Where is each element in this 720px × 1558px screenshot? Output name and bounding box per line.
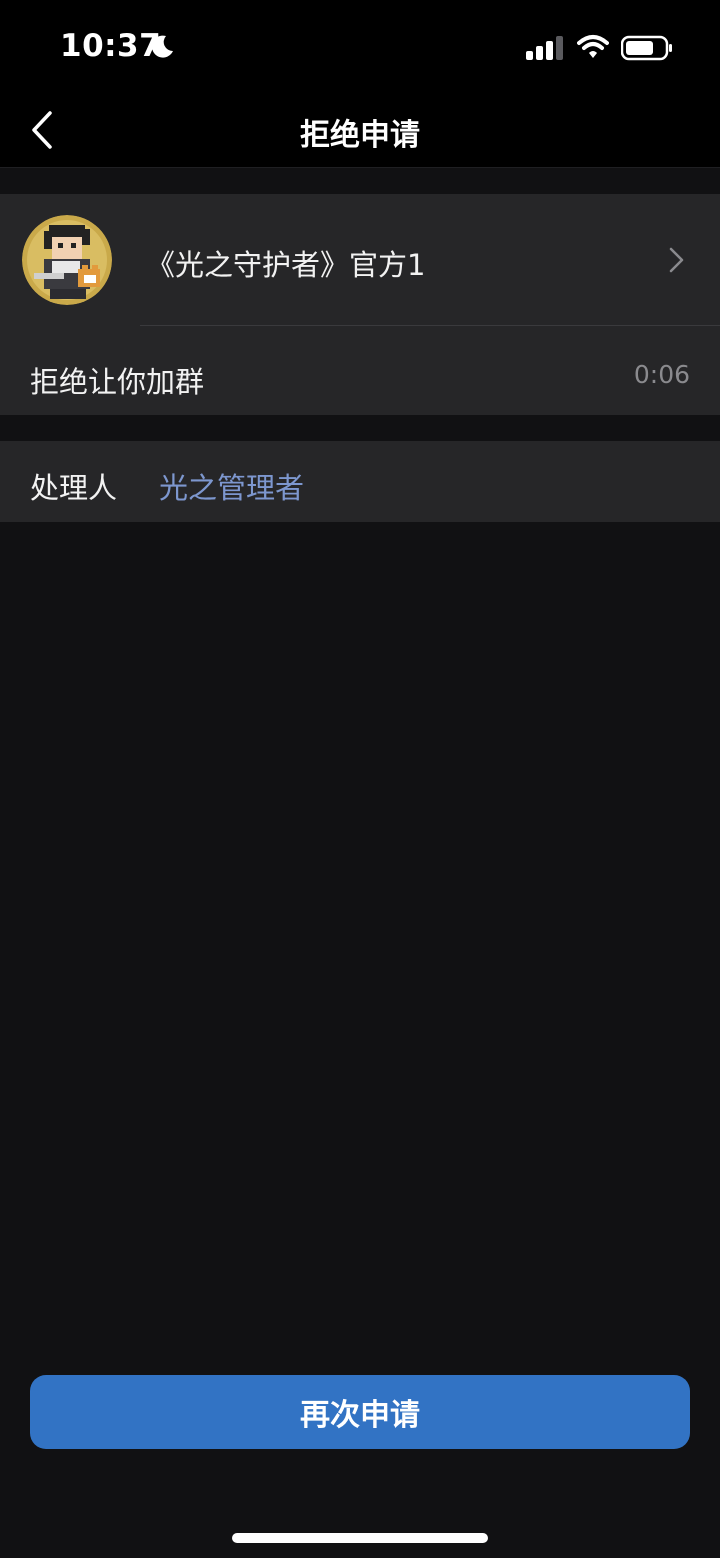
home-indicator[interactable] [232,1533,488,1543]
group-row[interactable]: 《光之守护者》官方1 [0,194,720,326]
signal-icon [526,36,563,60]
group-avatar [22,215,112,305]
rejection-reason-row: 拒绝让你加群 0:06 [0,326,720,415]
rejection-time: 0:06 [633,360,690,389]
handler-label: 处理人 [30,471,118,505]
battery-icon [621,35,672,61]
handler-name-link[interactable]: 光之管理者 [159,465,304,507]
page-title: 拒绝申请 [300,118,420,153]
wifi-icon [577,35,609,58]
moon-icon [151,35,173,58]
nav-bar: 拒绝申请 [0,92,720,168]
app-screen: 10:37 拒绝申请 《光之守护者》官方1 拒绝让你加群 0:06 处理人 光之… [0,0,720,1558]
status-time: 10:37 [60,28,162,64]
group-name: 《光之守护者》官方1 [146,248,426,282]
status-bar: 10:37 [0,0,720,92]
chevron-right-icon [669,247,684,273]
rejection-reason-text: 拒绝让你加群 [30,365,205,399]
handler-row: 处理人 光之管理者 [0,441,720,522]
reapply-button[interactable]: 再次申请 [30,1375,690,1449]
